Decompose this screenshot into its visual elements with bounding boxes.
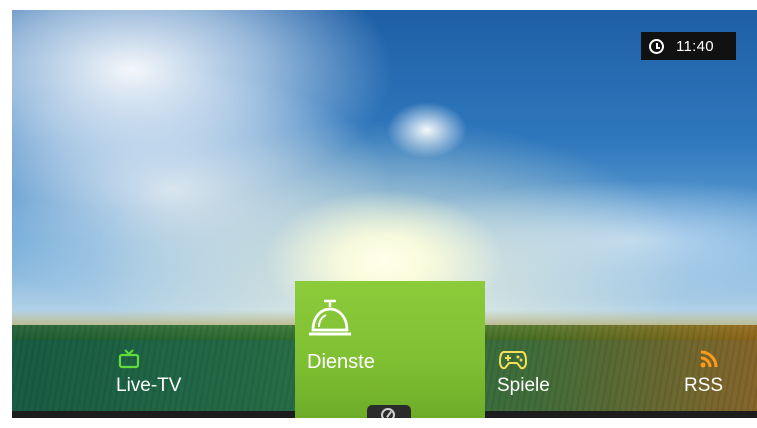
menu-item-label: Live-TV [116, 375, 182, 396]
clock-time: 11:40 [676, 37, 714, 55]
dashboard-gauge-icon [381, 408, 395, 418]
menu-item-label: Spiele [497, 375, 550, 396]
clock-display: 11:40 [641, 32, 736, 60]
dashboard-tab[interactable] [367, 405, 411, 418]
rss-icon [700, 350, 718, 368]
menu-item-livetv[interactable]: Live-TV [112, 325, 222, 411]
service-bell-icon [309, 299, 351, 336]
gamepad-icon [499, 351, 527, 370]
menu-item-rss[interactable]: RSS [677, 325, 747, 411]
menu-item-label: RSS [684, 375, 724, 396]
menu-item-dienste[interactable]: Dienste [295, 281, 485, 418]
menu-item-label: Dienste [307, 351, 375, 373]
menu-item-spiele[interactable]: Spiele [495, 325, 605, 411]
media-player-screen: 11:40 Live-TV Dienste Spiele RSS [12, 10, 757, 418]
clock-icon [649, 38, 664, 54]
tv-icon [118, 349, 140, 369]
